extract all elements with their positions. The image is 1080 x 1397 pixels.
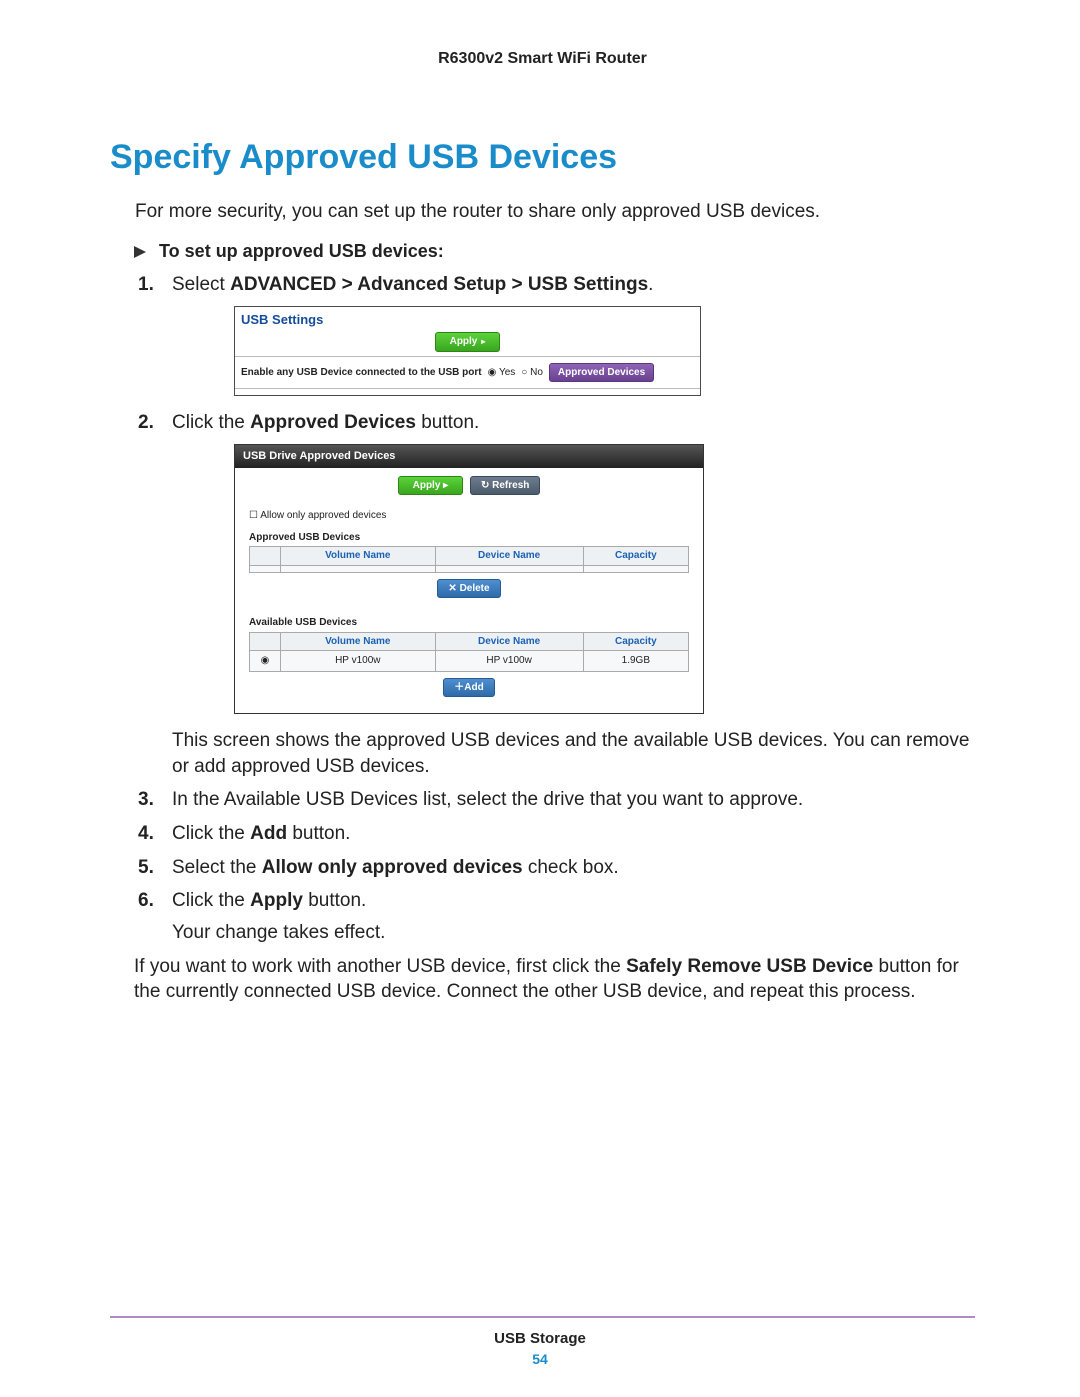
apply-button[interactable]: Apply ▸	[398, 476, 464, 496]
page-title: Specify Approved USB Devices	[110, 138, 975, 177]
page-footer: USB Storage 54	[0, 1316, 1080, 1367]
available-table-label: Available USB Devices	[249, 616, 689, 630]
approved-devices-button[interactable]: Approved Devices	[549, 363, 654, 383]
page-number: 54	[0, 1351, 1080, 1367]
step-5: Select the Allow only approved devices c…	[172, 855, 975, 881]
usb-enable-label: Enable any USB Device connected to the U…	[241, 366, 482, 380]
arrow-icon	[134, 241, 148, 262]
step-2-note: This screen shows the approved USB devic…	[172, 728, 975, 779]
procedure-heading-text: To set up approved USB devices:	[159, 241, 444, 261]
procedure-heading: To set up approved USB devices:	[134, 241, 975, 262]
available-usb-table: Volume Name Device Name Capacity ◉ HP v1…	[249, 632, 689, 672]
approved-table-label: Approved USB Devices	[249, 531, 689, 545]
approved-usb-table: Volume Name Device Name Capacity	[249, 546, 689, 573]
radio-no[interactable]: ○ No	[521, 366, 543, 380]
intro-text: For more security, you can set up the ro…	[135, 201, 975, 223]
allow-only-checkbox[interactable]: ☐ Allow only approved devices	[249, 509, 689, 523]
step-3: In the Available USB Devices list, selec…	[172, 787, 975, 813]
add-button[interactable]: ＋Add	[443, 678, 494, 698]
refresh-button[interactable]: ↻ Refresh	[470, 476, 540, 496]
step-6-note: Your change takes effect.	[172, 920, 975, 946]
step-6: Click the Apply button. Your change take…	[172, 888, 975, 945]
dialog-title: USB Drive Approved Devices	[235, 445, 703, 468]
radio-select[interactable]: ◉	[261, 655, 270, 666]
closing-paragraph: If you want to work with another USB dev…	[134, 954, 975, 1005]
delete-button[interactable]: ✕ Delete	[437, 579, 500, 599]
screenshot-approved-devices: USB Drive Approved Devices Apply ▸ ↻ Ref…	[234, 444, 704, 714]
step-1: Select ADVANCED > Advanced Setup > USB S…	[172, 272, 975, 396]
step-4: Click the Add button.	[172, 821, 975, 847]
apply-button[interactable]: Apply▸	[435, 332, 501, 352]
doc-header: R6300v2 Smart WiFi Router	[110, 50, 975, 68]
footer-label: USB Storage	[0, 1330, 1080, 1347]
table-row[interactable]: ◉ HP v100w HP v100w 1.9GB	[250, 651, 689, 672]
step-2: Click the Approved Devices button. USB D…	[172, 410, 975, 779]
panel-title: USB Settings	[235, 307, 700, 329]
radio-yes[interactable]: ◉ Yes	[488, 366, 516, 380]
screenshot-usb-settings: USB Settings Apply▸ Enable any USB Devic…	[234, 306, 701, 397]
